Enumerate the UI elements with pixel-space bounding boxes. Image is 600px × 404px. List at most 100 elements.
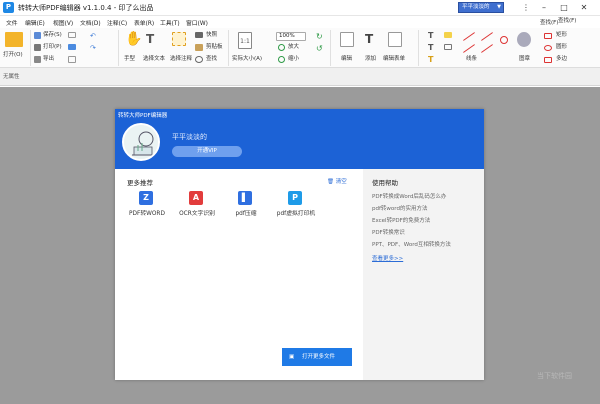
separator [330,30,331,66]
new-doc-icon[interactable] [68,56,76,63]
menu-comment[interactable]: 注释(C) [107,18,127,27]
folder-open-icon[interactable] [5,32,23,47]
clipboard-button[interactable]: 剪贴板 [206,44,223,51]
select-text-button[interactable]: 选择文本 [143,56,165,63]
print-icon [34,44,41,51]
recommend-title: 更多推荐 [127,179,153,187]
polygon-icon [544,57,552,63]
user-dropdown[interactable]: 平平淡淡的 ▼ [458,2,504,13]
zoom-in-button[interactable]: 放大 [288,44,299,51]
callout-icon[interactable] [444,44,452,50]
textbox-icon[interactable]: T [428,44,436,52]
find-right-button[interactable]: 查找(F) [558,18,576,25]
clear-button[interactable]: 🗑 清空 [327,177,347,185]
undo-icon[interactable]: ↶ [90,32,97,40]
polygon-button[interactable]: 多边 [556,56,567,63]
open-more-files-button[interactable]: ▣ 打开更多文件 [282,348,352,366]
title-bar: P 转转大师PDF编辑器 v1.1.0.4 - 印了么出品 平平淡淡的 ▼ ⋮ … [0,0,600,16]
help-link[interactable]: PPT、PDF、Word互相转换方法 [372,240,451,248]
help-link[interactable]: PDF转换常识 [372,228,405,236]
help-link[interactable]: pdf转word的实用方法 [372,204,427,212]
minimize-button[interactable]: – [536,1,552,14]
refresh-icon[interactable]: ↻ [316,32,324,41]
help-link[interactable]: PDF转换成Word后乱码怎么办 [372,192,446,200]
text-tool-icon[interactable]: T [428,32,436,40]
line-button[interactable]: 线条 [466,56,477,63]
print-button[interactable]: 打印(P) [43,44,62,51]
properties-bar: 无属性 [0,68,600,86]
line-icon [462,32,476,41]
help-section: 使用帮助 PDF转换成Word后乱码怎么办 pdf转word的实用方法 Exce… [363,169,484,380]
find-icon [195,56,203,63]
separator [418,30,419,66]
menu-icon[interactable]: ⋮ [518,1,534,14]
menu-tools[interactable]: 工具(T) [160,18,180,27]
vip-button[interactable]: 开通VIP [172,146,242,157]
menu-file[interactable]: 文件 [6,18,18,27]
tool-virtual-printer[interactable]: P pdf虚拟打印机 [266,191,326,221]
avatar[interactable] [122,123,160,161]
compress-icon: ▌ [238,191,252,205]
properties-label: 无属性 [3,74,20,80]
printer-icon: P [288,191,302,205]
highlight-icon[interactable]: T [428,56,436,64]
camera-icon [195,32,203,38]
start-panel: 转转大师PDF编辑器 平平淡淡的 开通VIP 更多推荐 🗑 清空 Z PDF转W… [115,109,484,380]
menu-view[interactable]: 视图(V) [53,18,73,27]
select-annotation-button[interactable]: 选择注释 [170,56,192,63]
zoom-in-icon [278,44,285,51]
save-button[interactable]: 保存(S) [43,32,62,39]
find-button[interactable]: 查找 [206,56,217,63]
stamp-button[interactable]: 图章 [519,56,530,63]
stamp-icon [517,32,531,47]
add-button[interactable]: 添加 [365,56,376,63]
window-title: 转转大师PDF编辑器 v1.1.0.4 - 印了么出品 [18,4,154,12]
separator [118,30,119,66]
edit-button[interactable]: 编辑 [341,56,352,63]
menu-edit[interactable]: 编辑(E) [25,18,45,27]
help-link[interactable]: Excel转PDF的免费方法 [372,216,430,224]
folder-icon: ▣ [289,354,295,360]
snapshot-button[interactable]: 快照 [206,32,217,39]
menu-window[interactable]: 窗口(W) [186,18,208,27]
zoom-out-button[interactable]: 缩小 [288,56,299,63]
hand-tool-button[interactable]: 手型 [124,56,135,63]
pencil-icon[interactable] [480,44,494,53]
avatar-illustration [124,125,158,159]
rotate-icon[interactable]: ↺ [316,44,324,53]
close-button[interactable]: ✕ [576,1,592,14]
rectangle-icon [544,33,552,39]
note-icon[interactable] [444,32,452,38]
vip-button-label: 开通VIP [197,148,217,154]
separator [30,30,31,66]
polyline-icon[interactable] [462,44,476,53]
actual-size-icon: 1:1 [238,32,252,49]
ocr-icon: A [189,191,203,205]
redo-icon[interactable]: ↷ [90,44,97,52]
cloud-icon[interactable] [68,44,76,50]
arrow-icon[interactable] [480,32,494,41]
zoom-select[interactable]: 100% [276,32,306,41]
edit-icon [340,32,354,47]
find-right-label[interactable]: 查找(F) [540,20,558,26]
chevron-down-icon: ▼ [497,4,501,10]
clear-label: 清空 [335,179,347,185]
actual-size-button[interactable]: 实际大小(A) [232,56,262,63]
see-more-link[interactable]: 查看更多>> [372,254,403,262]
mail-icon[interactable] [68,32,76,38]
open-button[interactable]: 打开(O) [3,52,23,59]
menu-document[interactable]: 文档(D) [80,18,101,27]
maximize-button[interactable]: □ [556,1,572,14]
edit-form-icon [388,32,402,47]
user-dropdown-label: 平平淡淡的 [462,4,490,10]
edit-form-button[interactable]: 编辑表单 [383,56,405,63]
help-title: 使用帮助 [372,179,398,187]
export-button[interactable]: 导出 [43,56,54,63]
circle-tool-icon[interactable] [500,36,508,44]
menu-form[interactable]: 表单(R) [134,18,154,27]
ellipse-button[interactable]: 圆形 [556,44,567,51]
watermark: 当下软件园 [537,372,572,380]
find-right-row: 查找(F) [540,18,558,26]
recommend-section: 更多推荐 🗑 清空 Z PDF转WORD A OCR文字识别 ▌ pdf压缩 P… [115,169,363,380]
rectangle-button[interactable]: 矩形 [556,32,567,39]
